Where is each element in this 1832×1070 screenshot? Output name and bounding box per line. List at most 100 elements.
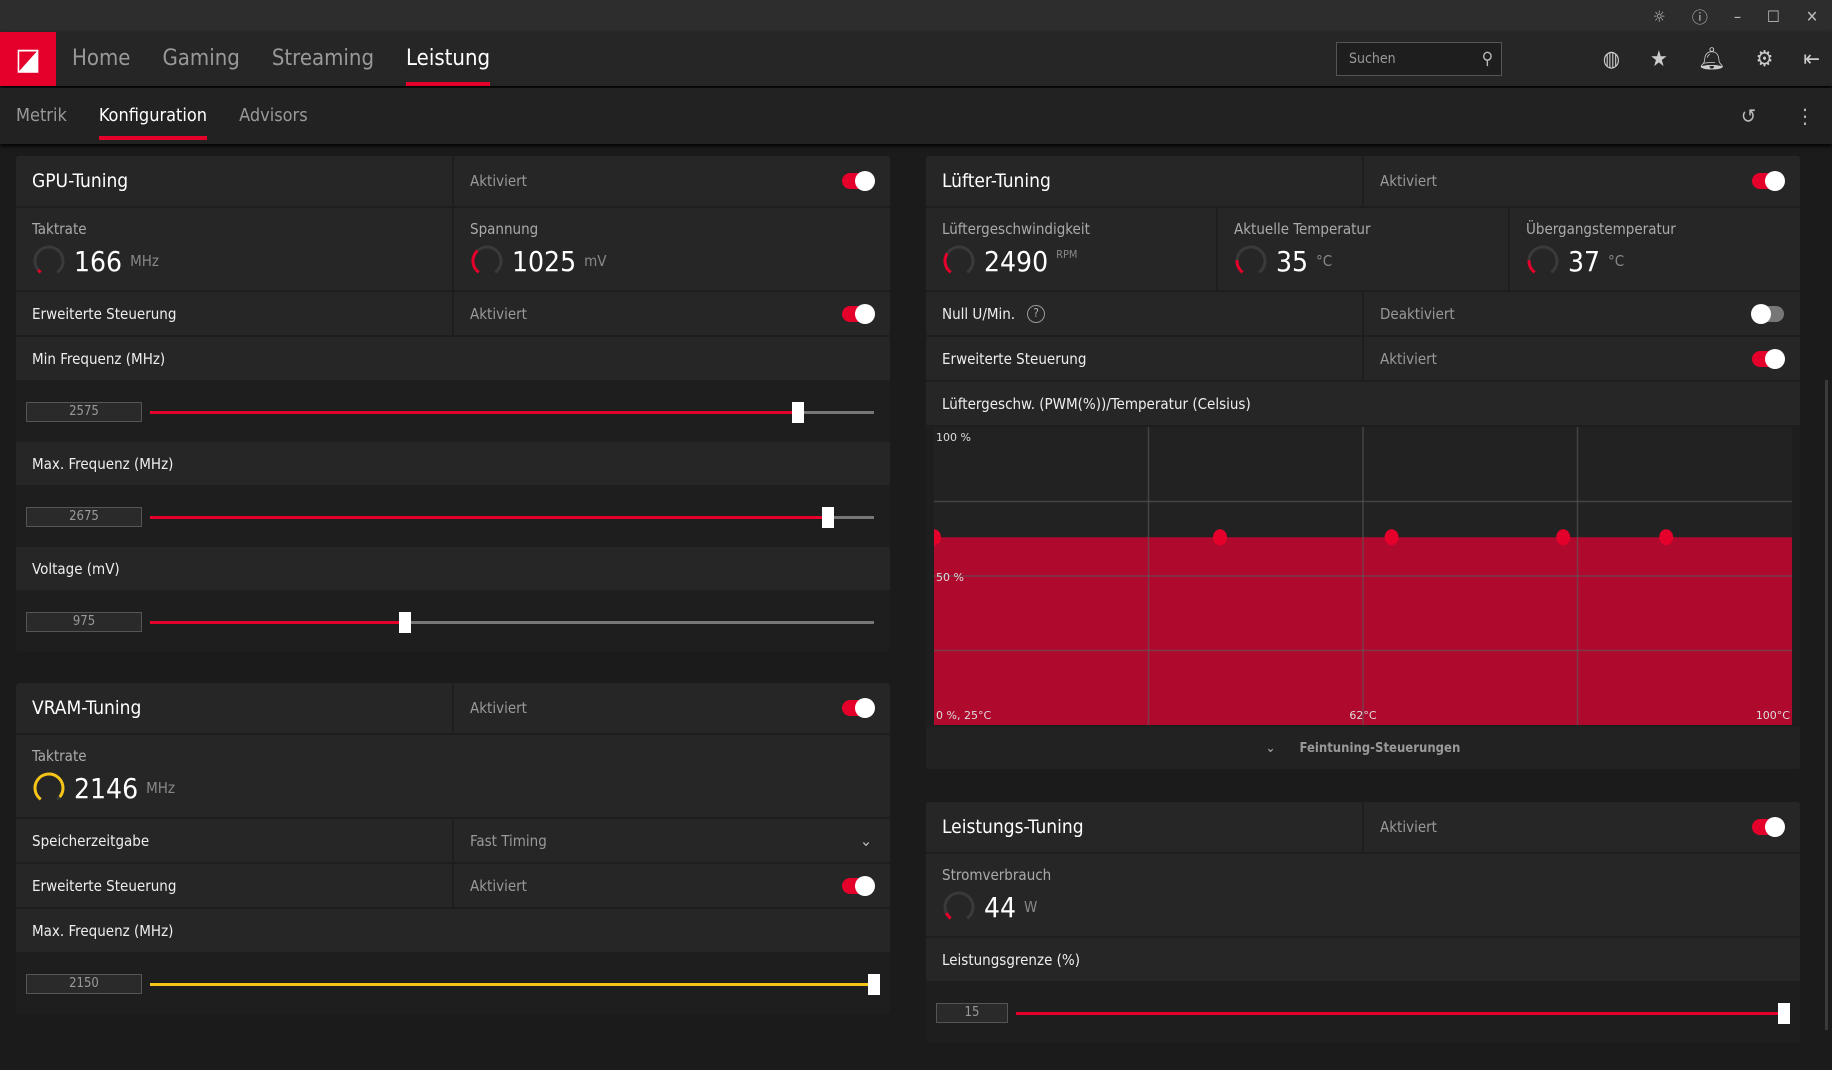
tab-home[interactable]: Home — [72, 32, 130, 86]
tab-metrik[interactable]: Metrik — [16, 88, 67, 144]
fan-curve-point[interactable] — [1659, 529, 1674, 546]
vram-max-freq-slider[interactable]: 2150 — [16, 954, 890, 1014]
vram-tuning-panel: VRAM-Tuning Aktiviert Taktrate 2146 MHz Spe… — [16, 683, 890, 1014]
fan-tuning-toggle[interactable] — [1752, 171, 1785, 191]
gpu-status: Aktiviert — [470, 172, 527, 190]
slider-fill — [150, 410, 798, 414]
fan-curve-point[interactable] — [1556, 529, 1571, 546]
unit: °C — [1316, 252, 1333, 270]
search-icon[interactable]: ⚲ — [1482, 49, 1493, 69]
power-draw-label: Stromverbrauch — [942, 866, 1052, 884]
gauge-icon — [943, 245, 975, 277]
memory-timing-dropdown[interactable]: Fast Timing ⌄ — [452, 819, 890, 862]
memory-timing-value: Fast Timing — [470, 831, 547, 850]
fan-advanced-label: Erweiterte Steuerung — [942, 349, 1087, 368]
min-freq-slider[interactable]: 2575 — [16, 382, 890, 442]
zero-rpm-toggle[interactable] — [1751, 303, 1784, 324]
vram-advanced-status: Aktiviert — [470, 876, 527, 895]
voltage-input[interactable]: 975 — [26, 612, 142, 632]
unit: mV — [584, 252, 607, 270]
slider-fill — [150, 620, 405, 624]
vram-max-freq-input[interactable]: 2150 — [26, 974, 142, 994]
fan-curve-chart[interactable]: 100 % 50 % 0 %, 25°C 62°C 100°C — [926, 425, 1800, 727]
temp-label: Aktuelle Temperatur — [1234, 220, 1371, 238]
gauge-level — [1527, 245, 1559, 277]
tab-konfiguration[interactable]: Konfiguration — [98, 88, 208, 144]
power-tuning-toggle[interactable] — [1752, 817, 1785, 837]
slider-fill — [150, 982, 874, 986]
help-icon[interactable]: ⓘ — [1692, 4, 1708, 28]
fan-advanced-toggle[interactable] — [1752, 348, 1785, 369]
max-freq-input[interactable]: 2675 — [26, 507, 142, 527]
sidebar-icon[interactable]: ⇤ — [1803, 47, 1820, 72]
vram-tuning-toggle[interactable] — [842, 698, 875, 718]
gauge-icon — [1235, 245, 1267, 277]
fine-tuning-toggle[interactable]: ⌄ Feintuning-Steuerungen — [926, 727, 1800, 769]
slider-thumb[interactable] — [398, 611, 411, 633]
tick-label-y-top: 100 % — [936, 431, 971, 444]
vram-advanced-toggle[interactable] — [842, 875, 875, 896]
max-freq-label: Max. Frequenz (MHz) — [32, 454, 174, 473]
unit: RPM — [1056, 248, 1078, 261]
gpu-advanced-toggle[interactable] — [842, 303, 875, 324]
tab-streaming[interactable]: Streaming — [272, 32, 374, 86]
bell-icon[interactable]: 🔔︎ — [1698, 47, 1726, 72]
tick-label-origin: 0 %, 25°C — [936, 709, 991, 722]
fan-curve-point[interactable] — [1213, 529, 1227, 546]
vram-clock-value: 2146 — [74, 771, 139, 805]
fan-curve-point[interactable] — [1384, 529, 1399, 546]
close-icon[interactable]: ✕ — [1806, 7, 1818, 26]
globe-icon[interactable]: ◍ — [1603, 47, 1620, 72]
tab-advisors[interactable]: Advisors — [239, 88, 308, 144]
power-limit-label: Leistungsgrenze (%) — [942, 950, 1081, 969]
gpu-tuning-panel: GPU-Tuning Aktiviert Taktrate 166 MHz Span… — [16, 156, 890, 652]
tab-gaming[interactable]: Gaming — [162, 32, 239, 86]
main-nav: ◪ Home Gaming Streaming Leistung Suchen ⚲… — [0, 32, 1832, 86]
power-tuning-title: Leistungs-Tuning — [942, 816, 1084, 838]
amd-logo[interactable]: ◪ — [0, 32, 56, 86]
gpu-tuning-toggle[interactable] — [842, 171, 875, 191]
more-icon[interactable]: ⋮ — [1796, 104, 1814, 128]
tick-label-y-mid: 50 % — [936, 571, 964, 584]
slider-thumb[interactable] — [821, 506, 834, 528]
help-icon[interactable]: ? — [1027, 304, 1046, 323]
bug-icon[interactable]: ☼ — [1653, 7, 1666, 26]
slider-thumb[interactable] — [791, 401, 804, 423]
minimize-icon[interactable]: – — [1734, 7, 1741, 26]
min-freq-input[interactable]: 2575 — [26, 402, 142, 422]
vram-advanced-label: Erweiterte Steuerung — [32, 876, 177, 895]
star-icon[interactable]: ★ — [1650, 47, 1668, 72]
title-bar: ☼ ⓘ – ☐ ✕ — [0, 0, 1832, 32]
scrollbar[interactable] — [1825, 380, 1828, 1030]
zero-rpm-status: Deaktiviert — [1380, 304, 1455, 323]
gauge-level — [471, 245, 503, 277]
maximize-icon[interactable]: ☐ — [1767, 7, 1780, 26]
tab-leistung[interactable]: Leistung — [406, 32, 491, 86]
fan-curve-svg[interactable]: 100 % 50 % 0 %, 25°C 62°C 100°C — [934, 427, 1792, 725]
reset-icon[interactable]: ↺ — [1741, 104, 1756, 128]
voltage-slider[interactable]: 975 — [16, 592, 890, 652]
gauge-level — [1235, 245, 1267, 277]
slider-thumb[interactable] — [1778, 1002, 1790, 1024]
fan-tuning-title: Lüfter-Tuning — [942, 170, 1051, 192]
voltage-label: Voltage (mV) — [32, 559, 120, 578]
vram-clock-label: Taktrate — [32, 747, 87, 765]
chevron-down-icon: ⌄ — [859, 831, 872, 850]
vram-status: Aktiviert — [470, 699, 527, 717]
power-limit-input[interactable]: 15 — [936, 1003, 1008, 1023]
search-input[interactable]: Suchen ⚲ — [1336, 42, 1502, 76]
fan-status: Aktiviert — [1380, 172, 1437, 190]
fan-tuning-panel: Lüfter-Tuning Aktiviert Lüftergeschwindig… — [926, 156, 1800, 769]
gear-icon[interactable]: ⚙ — [1756, 47, 1774, 72]
unit: °C — [1608, 252, 1625, 270]
junction-value: 37 — [1568, 244, 1601, 278]
gauge-icon — [33, 245, 65, 277]
unit: MHz — [146, 779, 175, 797]
power-draw-value: 44 — [984, 890, 1017, 924]
unit: W — [1024, 898, 1038, 916]
max-freq-slider[interactable]: 2675 — [16, 487, 890, 547]
fan-speed-value: 2490 — [984, 244, 1049, 278]
power-limit-slider[interactable]: 15 — [926, 983, 1800, 1043]
slider-thumb[interactable] — [868, 973, 880, 995]
gpu-clock-value: 166 — [74, 244, 123, 278]
